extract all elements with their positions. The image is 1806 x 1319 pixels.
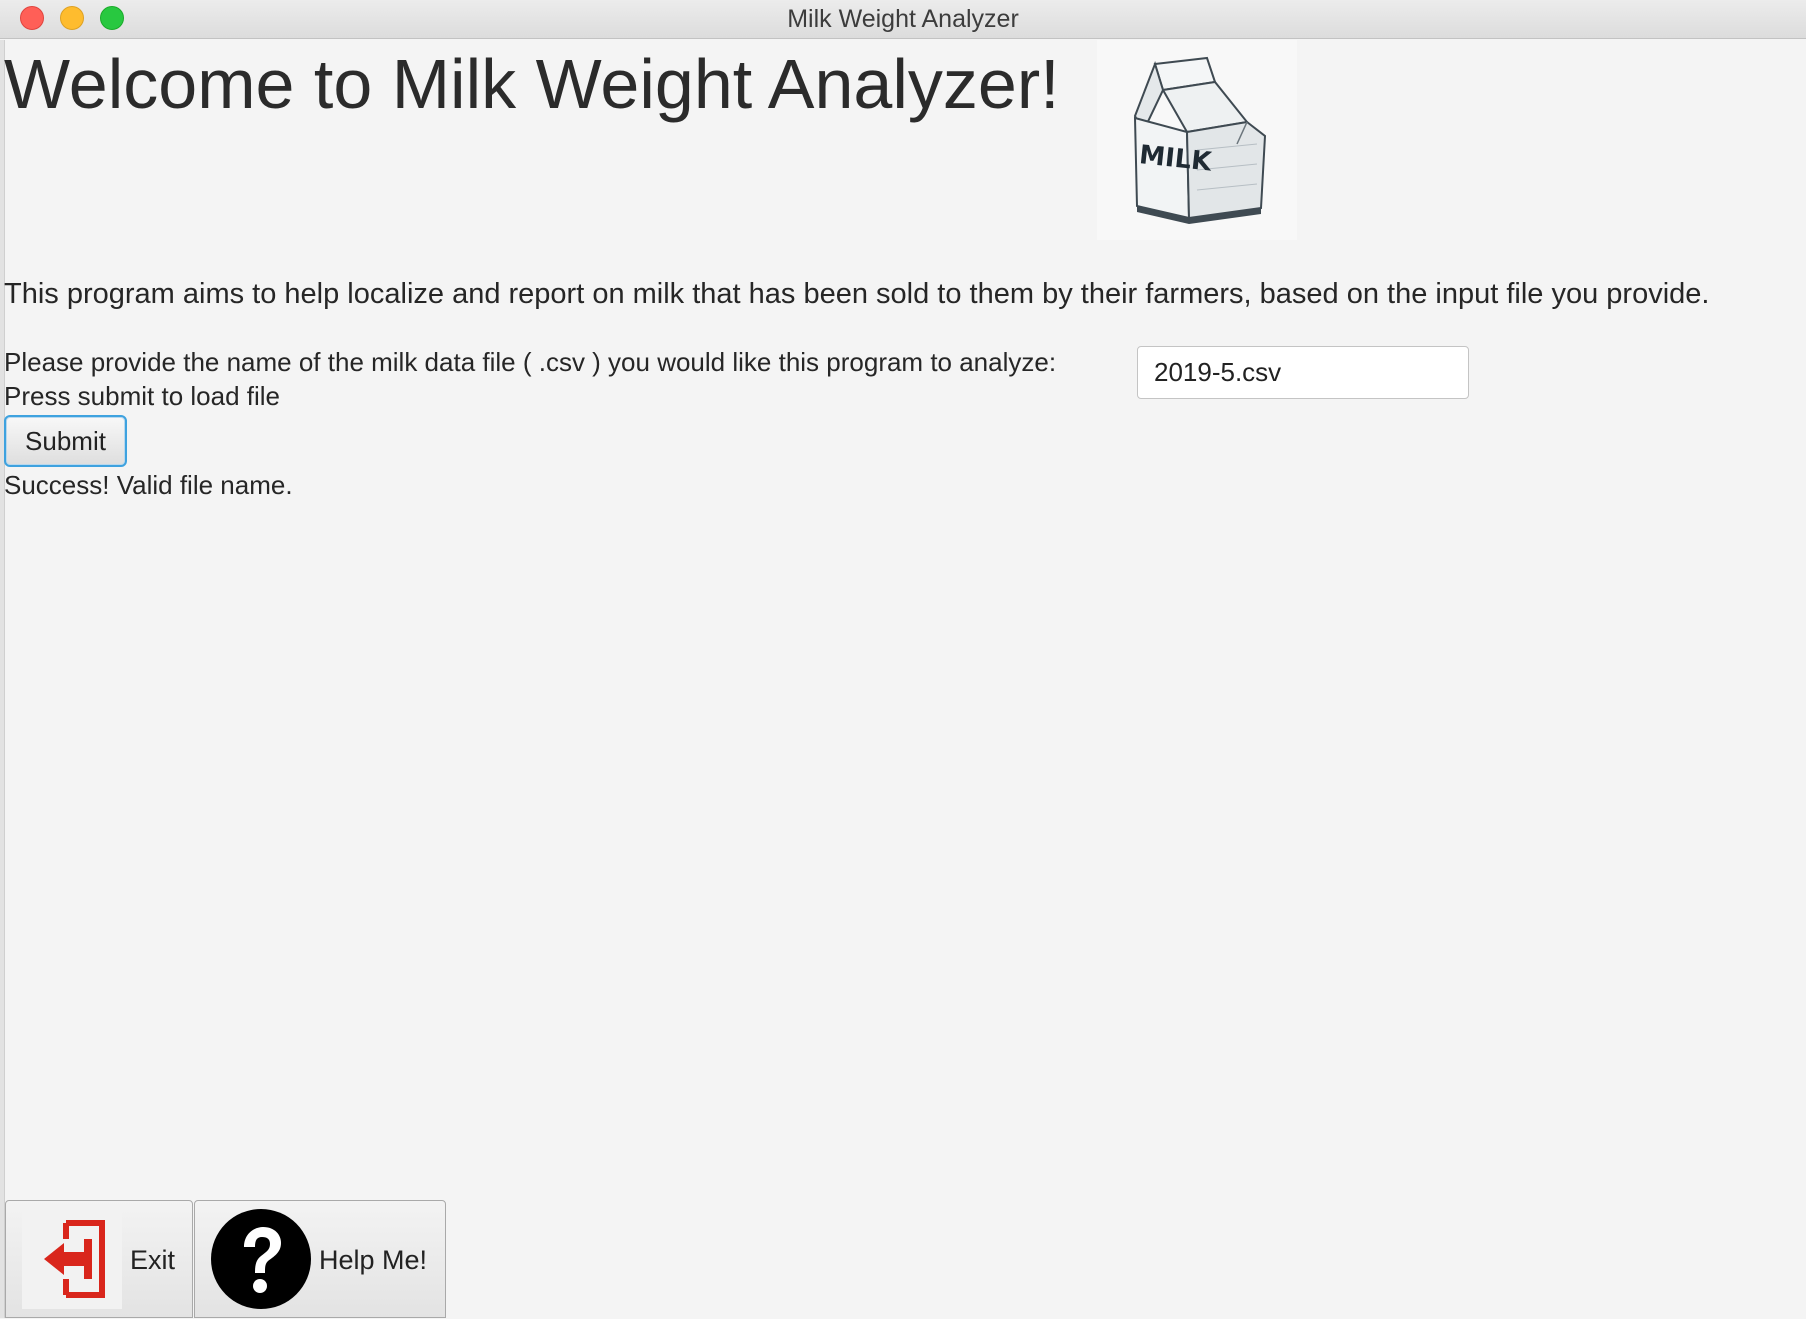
milk-carton-icon: MILK <box>1097 40 1297 240</box>
file-prompt-label: Please provide the name of the milk data… <box>4 347 1057 377</box>
submit-button[interactable]: Submit <box>4 415 127 467</box>
program-description: This program aims to help localize and r… <box>4 278 1710 310</box>
help-button[interactable]: Help Me! <box>194 1200 446 1318</box>
window-left-edge <box>0 40 5 1318</box>
exit-door-arrow-icon <box>22 1209 122 1309</box>
file-name-input[interactable] <box>1137 346 1469 399</box>
exit-button[interactable]: Exit <box>5 1200 193 1318</box>
app-window: Milk Weight Analyzer Welcome to Milk Wei… <box>0 0 1806 1318</box>
submit-hint-label: Press submit to load file <box>4 381 281 411</box>
status-message: Success! Valid file name. <box>4 470 293 500</box>
window-title: Milk Weight Analyzer <box>787 5 1019 33</box>
title-bar: Milk Weight Analyzer <box>0 0 1806 39</box>
help-button-label: Help Me! <box>319 1245 428 1275</box>
question-mark-icon <box>211 1209 311 1309</box>
exit-button-label: Exit <box>130 1245 176 1275</box>
page-heading: Welcome to Milk Weight Analyzer! <box>4 45 1060 123</box>
